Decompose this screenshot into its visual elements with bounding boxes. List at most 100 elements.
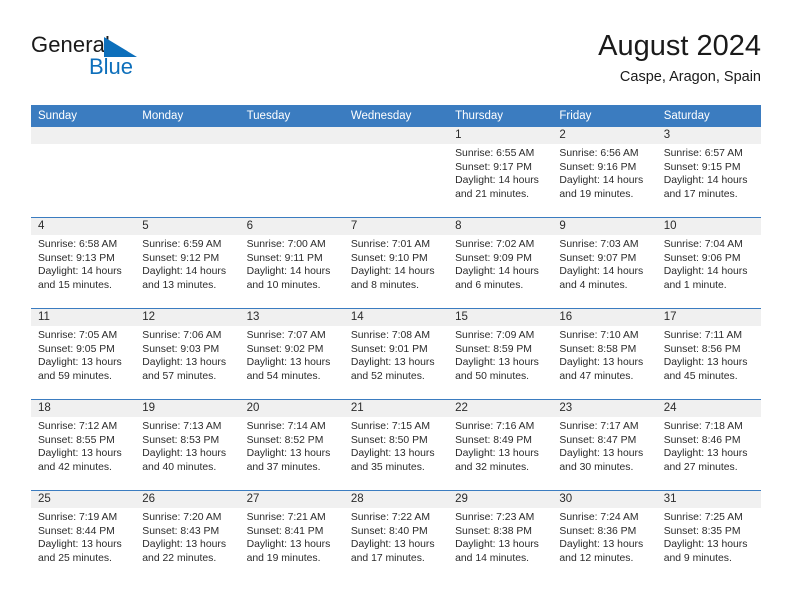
day-number: 5: [135, 218, 240, 235]
day-cell: 17 Sunrise: 7:11 AM Sunset: 8:56 PM Dayligh…: [656, 309, 761, 399]
daylight-duration-line1: Daylight: 13 hours: [663, 448, 748, 460]
sunset-time: Sunset: 9:01 PM: [350, 343, 428, 355]
weekday-header-friday: Friday: [552, 105, 657, 127]
calendar-cell-day[interactable]: 21 Sunrise: 7:15 AM Sunset: 8:50 PM Dayligh…: [343, 399, 449, 491]
day-number: [239, 127, 344, 144]
daylight-duration-line1: Daylight: 13 hours: [455, 448, 539, 460]
sunset-time: Sunset: 8:55 PM: [38, 434, 115, 446]
calendar-cell-day[interactable]: 3 Sunrise: 6:57 AM Sunset: 9:15 PM Daylight…: [656, 127, 761, 218]
day-cell: 8 Sunrise: 7:02 AM Sunset: 9:09 PM Daylight…: [448, 218, 553, 308]
calendar-cell-day[interactable]: 11 Sunrise: 7:05 AM Sunset: 9:05 PM Dayligh…: [31, 308, 136, 400]
day-details: Sunrise: 7:19 AM Sunset: 8:44 PM Daylight:…: [31, 508, 135, 565]
day-number: [343, 127, 449, 144]
day-details: Sunrise: 7:11 AM Sunset: 8:56 PM Daylight:…: [657, 326, 761, 383]
daylight-duration-line2: and 17 minutes.: [663, 188, 738, 200]
daylight-duration-line1: Daylight: 14 hours: [350, 266, 435, 278]
sunrise-time: Sunrise: 7:16 AM: [455, 421, 535, 432]
day-details: Sunrise: 7:20 AM Sunset: 8:43 PM Daylight:…: [135, 508, 239, 565]
sunset-time: Sunset: 9:17 PM: [455, 161, 532, 173]
calendar-cell-day[interactable]: 8 Sunrise: 7:02 AM Sunset: 9:09 PM Daylight…: [448, 217, 553, 309]
daylight-duration-line2: and 9 minutes.: [663, 552, 732, 564]
day-number: 10: [656, 218, 761, 235]
day-cell: [31, 127, 136, 217]
calendar-cell-day[interactable]: 27 Sunrise: 7:21 AM Sunset: 8:41 PM Dayligh…: [239, 490, 344, 581]
calendar-cell-day[interactable]: 1 Sunrise: 6:55 AM Sunset: 9:17 PM Daylight…: [448, 127, 553, 218]
calendar-cell-day[interactable]: 18 Sunrise: 7:12 AM Sunset: 8:55 PM Dayligh…: [31, 399, 136, 491]
day-number: 26: [135, 491, 240, 508]
sunset-time: Sunset: 9:11 PM: [246, 252, 323, 264]
daylight-duration-line2: and 15 minutes.: [38, 279, 112, 291]
sunset-time: Sunset: 9:13 PM: [38, 252, 115, 264]
day-number: 21: [343, 400, 449, 417]
day-cell: 24 Sunrise: 7:18 AM Sunset: 8:46 PM Dayligh…: [656, 400, 761, 490]
sunset-time: Sunset: 9:06 PM: [663, 252, 741, 264]
calendar-cell-day[interactable]: 5 Sunrise: 6:59 AM Sunset: 9:12 PM Daylight…: [135, 217, 240, 309]
calendar-week-row: 11 Sunrise: 7:05 AM Sunset: 9:05 PM Dayligh…: [31, 308, 761, 400]
calendar-cell-day[interactable]: 20 Sunrise: 7:14 AM Sunset: 8:52 PM Dayligh…: [239, 399, 344, 491]
day-cell: 23 Sunrise: 7:17 AM Sunset: 8:47 PM Dayligh…: [552, 400, 657, 490]
brand-logo[interactable]: General Blue: [31, 32, 281, 88]
calendar-cell-empty: [343, 127, 449, 218]
calendar-cell-day[interactable]: 2 Sunrise: 6:56 AM Sunset: 9:16 PM Daylight…: [552, 127, 657, 218]
calendar-cell-day[interactable]: 13 Sunrise: 7:07 AM Sunset: 9:02 PM Dayligh…: [239, 308, 344, 400]
calendar-cell-day[interactable]: 22 Sunrise: 7:16 AM Sunset: 8:49 PM Dayligh…: [448, 399, 553, 491]
calendar-cell-day[interactable]: 30 Sunrise: 7:24 AM Sunset: 8:36 PM Dayligh…: [552, 490, 657, 581]
calendar-cell-day[interactable]: 28 Sunrise: 7:22 AM Sunset: 8:40 PM Dayligh…: [343, 490, 449, 581]
sunset-time: Sunset: 8:36 PM: [559, 525, 637, 537]
calendar-cell-day[interactable]: 17 Sunrise: 7:11 AM Sunset: 8:56 PM Dayligh…: [656, 308, 761, 400]
weekday-header-sunday: Sunday: [31, 105, 136, 127]
calendar-cell-day[interactable]: 25 Sunrise: 7:19 AM Sunset: 8:44 PM Dayligh…: [31, 490, 136, 581]
day-number: 8: [448, 218, 553, 235]
day-number: 22: [448, 400, 553, 417]
day-details: Sunrise: 6:56 AM Sunset: 9:16 PM Daylight:…: [552, 144, 656, 201]
calendar-cell-day[interactable]: 31 Sunrise: 7:25 AM Sunset: 8:35 PM Dayligh…: [656, 490, 761, 581]
sunset-time: Sunset: 8:43 PM: [142, 525, 220, 537]
calendar-cell-day[interactable]: 26 Sunrise: 7:20 AM Sunset: 8:43 PM Dayligh…: [135, 490, 240, 581]
sunrise-time: Sunrise: 7:02 AM: [455, 239, 535, 250]
calendar-grid: Sunday Monday Tuesday Wednesday Thursday…: [31, 105, 761, 581]
calendar-cell-day[interactable]: 4 Sunrise: 6:58 AM Sunset: 9:13 PM Daylight…: [31, 217, 136, 309]
day-details: Sunrise: 7:24 AM Sunset: 8:36 PM Daylight:…: [552, 508, 656, 565]
day-cell: 14 Sunrise: 7:08 AM Sunset: 9:01 PM Dayligh…: [343, 309, 449, 399]
sunset-time: Sunset: 8:46 PM: [663, 434, 741, 446]
calendar-cell-day[interactable]: 14 Sunrise: 7:08 AM Sunset: 9:01 PM Dayligh…: [343, 308, 449, 400]
day-cell: 12 Sunrise: 7:06 AM Sunset: 9:03 PM Dayligh…: [135, 309, 240, 399]
daylight-duration-line1: Daylight: 13 hours: [455, 539, 539, 551]
calendar-week-row: 4 Sunrise: 6:58 AM Sunset: 9:13 PM Daylight…: [31, 217, 761, 309]
day-details: Sunrise: 7:21 AM Sunset: 8:41 PM Daylight:…: [240, 508, 344, 565]
calendar-cell-day[interactable]: 10 Sunrise: 7:04 AM Sunset: 9:06 PM Dayligh…: [656, 217, 761, 309]
day-details: Sunrise: 6:58 AM Sunset: 9:13 PM Daylight:…: [31, 235, 135, 292]
day-details: Sunrise: 7:18 AM Sunset: 8:46 PM Daylight:…: [657, 417, 761, 474]
calendar-cell-day[interactable]: 9 Sunrise: 7:03 AM Sunset: 9:07 PM Daylight…: [552, 217, 657, 309]
day-cell: 11 Sunrise: 7:05 AM Sunset: 9:05 PM Dayligh…: [31, 309, 136, 399]
sunset-time: Sunset: 8:40 PM: [350, 525, 428, 537]
sunrise-time: Sunrise: 7:21 AM: [246, 512, 326, 523]
day-cell: 29 Sunrise: 7:23 AM Sunset: 8:38 PM Dayligh…: [448, 491, 553, 581]
day-details: Sunrise: 7:10 AM Sunset: 8:58 PM Daylight:…: [552, 326, 656, 383]
calendar-cell-day[interactable]: 12 Sunrise: 7:06 AM Sunset: 9:03 PM Dayligh…: [135, 308, 240, 400]
sunrise-time: Sunrise: 7:18 AM: [663, 421, 743, 432]
sunrise-time: Sunrise: 7:07 AM: [246, 330, 326, 341]
calendar-cell-day[interactable]: 7 Sunrise: 7:01 AM Sunset: 9:10 PM Daylight…: [343, 217, 449, 309]
calendar-cell-day[interactable]: 29 Sunrise: 7:23 AM Sunset: 8:38 PM Dayligh…: [448, 490, 553, 581]
sunset-time: Sunset: 9:09 PM: [455, 252, 532, 264]
day-details: Sunrise: 6:55 AM Sunset: 9:17 PM Daylight:…: [448, 144, 552, 201]
calendar-cell-day[interactable]: 23 Sunrise: 7:17 AM Sunset: 8:47 PM Dayligh…: [552, 399, 657, 491]
daylight-duration-line1: Daylight: 13 hours: [246, 357, 331, 369]
daylight-duration-line1: Daylight: 13 hours: [142, 448, 227, 460]
calendar-cell-day[interactable]: 6 Sunrise: 7:00 AM Sunset: 9:11 PM Daylight…: [239, 217, 344, 309]
sunrise-time: Sunrise: 7:14 AM: [246, 421, 326, 432]
daylight-duration-line2: and 50 minutes.: [455, 370, 530, 382]
calendar-cell-day[interactable]: 19 Sunrise: 7:13 AM Sunset: 8:53 PM Dayligh…: [135, 399, 240, 491]
sunset-time: Sunset: 9:05 PM: [38, 343, 115, 355]
daylight-duration-line2: and 14 minutes.: [455, 552, 530, 564]
calendar-cell-day[interactable]: 16 Sunrise: 7:10 AM Sunset: 8:58 PM Dayligh…: [552, 308, 657, 400]
calendar-cell-day[interactable]: 15 Sunrise: 7:09 AM Sunset: 8:59 PM Dayligh…: [448, 308, 553, 400]
day-cell: 25 Sunrise: 7:19 AM Sunset: 8:44 PM Dayligh…: [31, 491, 136, 581]
weekday-header-tuesday: Tuesday: [239, 105, 344, 127]
day-number: 1: [448, 127, 553, 144]
daylight-duration-line1: Daylight: 13 hours: [246, 448, 331, 460]
calendar-cell-day[interactable]: 24 Sunrise: 7:18 AM Sunset: 8:46 PM Dayligh…: [656, 399, 761, 491]
daylight-duration-line2: and 35 minutes.: [350, 461, 425, 473]
day-cell: 3 Sunrise: 6:57 AM Sunset: 9:15 PM Daylight…: [656, 127, 761, 217]
